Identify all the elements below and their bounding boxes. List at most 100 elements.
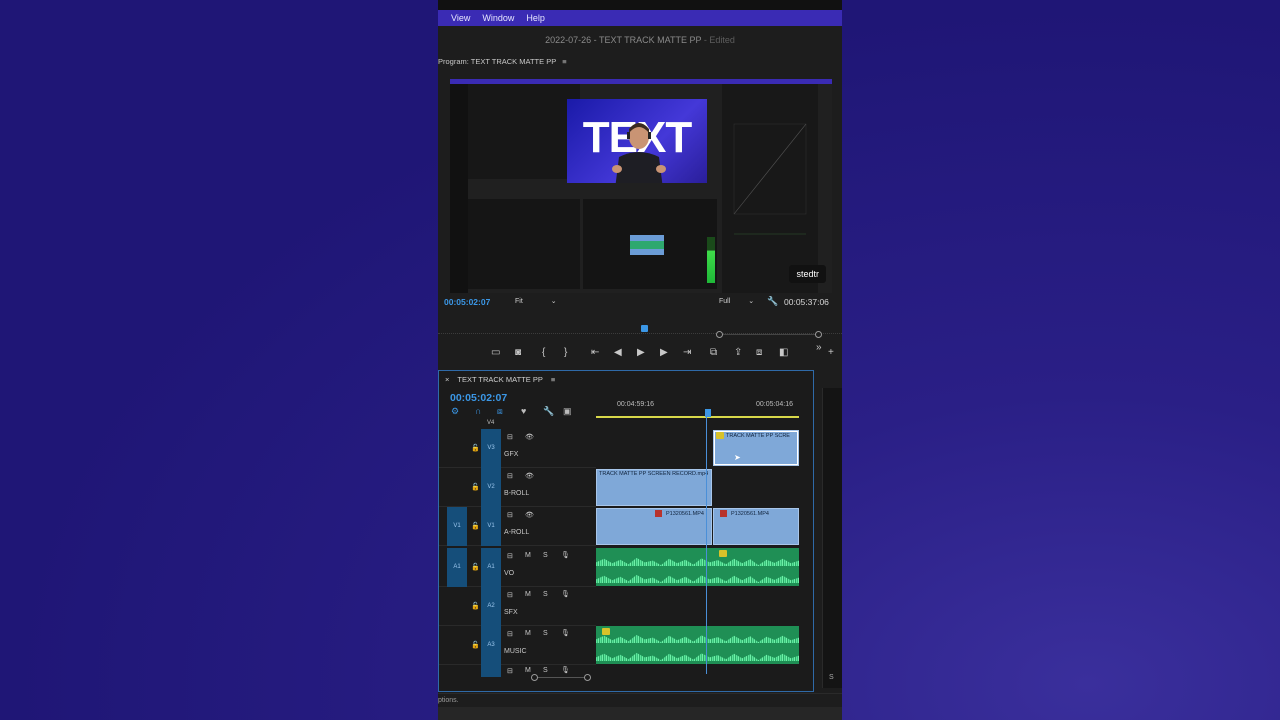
scroll-handle-right[interactable] — [584, 674, 591, 681]
mute-button[interactable]: M — [525, 667, 531, 674]
status-text: ptions. — [438, 697, 459, 704]
wrench-icon[interactable]: 🔧 — [767, 296, 778, 307]
embedded-audio-clip — [630, 241, 664, 249]
mark-out-icon[interactable]: } — [564, 347, 567, 358]
linked-selection-icon[interactable]: ⧈ — [497, 406, 503, 417]
resolution-value: Full — [719, 298, 731, 305]
step-forward-icon[interactable]: ▶ — [660, 347, 668, 358]
insert-icon[interactable]: ⧉ — [710, 347, 717, 358]
mute-button[interactable]: M — [525, 630, 531, 637]
solo-button[interactable]: S — [543, 667, 548, 674]
source-patch-v1[interactable]: V1 — [447, 507, 467, 546]
playhead-line[interactable] — [706, 412, 707, 674]
mark-in-icon[interactable]: { — [542, 347, 545, 358]
timeline-scrollbar[interactable] — [531, 674, 591, 681]
program-monitor-video[interactable]: TEXT stedtr — [450, 79, 832, 293]
track-target-v1[interactable]: V1 — [481, 507, 501, 546]
eye-icon[interactable]: 👁 — [525, 511, 534, 519]
film-icon[interactable]: ⊟ — [507, 552, 513, 560]
work-area-bar[interactable] — [596, 416, 799, 418]
lock-icon[interactable]: 🔓 — [471, 522, 480, 530]
wrench-icon[interactable]: 🔧 — [543, 406, 554, 417]
clip-aroll-1[interactable]: P1320561.MP4 — [596, 508, 712, 545]
lock-icon[interactable]: 🔓 — [471, 602, 480, 610]
menu-window[interactable]: Window — [482, 13, 514, 23]
film-icon[interactable]: ⊟ — [507, 433, 513, 441]
menu-help[interactable]: Help — [526, 13, 545, 23]
track-target-a3[interactable]: A3 — [481, 626, 501, 665]
time-ruler[interactable]: 00:04:59:16 00:05:04:16 — [596, 399, 799, 421]
step-back-icon[interactable]: ◀ — [614, 347, 622, 358]
nest-icon[interactable]: ⚙ — [451, 406, 459, 417]
track-target-v2[interactable]: V2 — [481, 468, 501, 507]
eye-icon[interactable]: 👁 — [525, 433, 534, 441]
camera-icon[interactable]: ◙ — [515, 347, 521, 358]
more-icon[interactable]: » — [816, 342, 822, 353]
lock-icon[interactable]: 🔓 — [471, 483, 480, 491]
film-icon[interactable]: ⊟ — [507, 667, 513, 675]
clip-gfx[interactable]: TRACK MATTE PP SCRE ➤ — [713, 430, 799, 466]
track-target-a1[interactable]: A1 — [481, 548, 501, 587]
playhead-timecode[interactable]: 00:05:02:07 — [444, 297, 490, 307]
lock-icon[interactable]: 🔓 — [471, 641, 480, 649]
resolution-select[interactable]: Full ⌄ — [719, 297, 754, 305]
scroll-handle-left[interactable] — [531, 674, 538, 681]
mic-icon[interactable]: 🎙 — [561, 629, 570, 637]
zoom-handle-left[interactable] — [716, 331, 723, 338]
track-name-a1: VO — [504, 570, 515, 577]
source-patch-a1[interactable]: A1 — [447, 548, 467, 587]
playhead-marker[interactable] — [641, 325, 648, 332]
timeline-timecode[interactable]: 00:05:02:07 — [450, 392, 507, 404]
edited-flag: - Edited — [701, 35, 735, 45]
embedded-screen-recording: TEXT — [450, 79, 832, 293]
mic-icon[interactable]: 🎙 — [561, 666, 570, 674]
menu-view[interactable]: View — [451, 13, 470, 23]
export-frame-icon[interactable]: ⇪ — [734, 347, 742, 358]
close-icon[interactable]: × — [445, 375, 449, 384]
panel-menu-icon[interactable]: ≡ — [551, 375, 555, 384]
clip-music-audio[interactable] — [596, 626, 799, 664]
solo-button[interactable]: S — [543, 630, 548, 637]
safe-margins-icon[interactable]: ▭ — [491, 347, 500, 358]
film-icon[interactable]: ⊟ — [507, 591, 513, 599]
film-icon[interactable]: ⊟ — [507, 630, 513, 638]
mic-icon[interactable]: 🎙 — [561, 551, 570, 559]
mute-button[interactable]: M — [525, 552, 531, 559]
go-to-out-icon[interactable]: ⇥ — [683, 347, 691, 358]
snap-icon[interactable]: ∩ — [475, 406, 481, 416]
mic-icon[interactable]: 🎙 — [561, 590, 570, 598]
track-target-v3[interactable]: V3 — [481, 429, 501, 468]
solo-button[interactable]: S — [543, 552, 548, 559]
lock-icon[interactable]: 🔓 — [471, 563, 480, 571]
program-scrubber[interactable] — [438, 322, 842, 334]
film-icon[interactable]: ⊟ — [507, 511, 513, 519]
zoom-select[interactable]: Fit ⌄ — [515, 297, 557, 305]
track-header-v1: V1 🔓 V1 ⊟ 👁 A-ROLL — [439, 507, 596, 546]
solo-label[interactable]: S — [829, 674, 834, 681]
mute-button[interactable]: M — [525, 591, 531, 598]
panel-menu-icon[interactable]: ≡ — [562, 57, 566, 66]
lock-icon[interactable]: 🔓 — [471, 444, 480, 452]
clip-vo-audio[interactable] — [596, 548, 799, 586]
status-bar: ptions. — [438, 693, 842, 707]
button-editor-icon[interactable]: ⧈ — [756, 347, 762, 358]
zoom-handle-right[interactable] — [815, 331, 822, 338]
clip-name: TRACK MATTE PP SCRE — [726, 432, 790, 439]
solo-button[interactable]: S — [543, 591, 548, 598]
clip-aroll-2[interactable]: P1320561.MP4 — [713, 508, 799, 545]
marker-icon[interactable]: ♥ — [521, 406, 526, 416]
clip-broll[interactable]: TRACK MATTE PP SCREEN RECORD.mp4 — [596, 469, 712, 506]
play-icon[interactable]: ▶ — [637, 347, 645, 358]
captions-icon[interactable]: ▣ — [563, 406, 572, 417]
go-to-in-icon[interactable]: ⇤ — [591, 347, 599, 358]
add-icon[interactable]: + — [828, 347, 834, 358]
timeline-tab[interactable]: × TEXT TRACK MATTE PP ≡ — [445, 375, 555, 384]
chevron-down-icon: ⌄ — [550, 298, 557, 305]
zoom-scrollbar[interactable] — [716, 331, 822, 342]
track-target-a2[interactable]: A2 — [481, 587, 501, 626]
track-target-a4[interactable] — [481, 665, 501, 677]
compare-icon[interactable]: ◧ — [779, 347, 788, 358]
program-panel-title[interactable]: Program: TEXT TRACK MATTE PP — [438, 57, 556, 66]
eye-icon[interactable]: 👁 — [525, 472, 534, 480]
film-icon[interactable]: ⊟ — [507, 472, 513, 480]
